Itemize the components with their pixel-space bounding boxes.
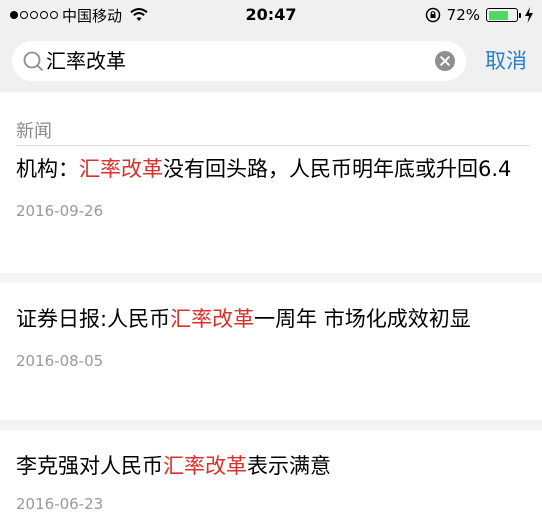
news-item[interactable]: 证券日报:人民币汇率改革一周年 市场化成效初显 2016-08-05 <box>16 302 526 370</box>
status-bar: 中国移动 20:47 72% <box>0 0 542 30</box>
news-item[interactable]: 李克强对人民币汇率改革表示满意 2016-06-23 <box>16 449 526 513</box>
item-separator <box>0 273 542 283</box>
keyword-highlight: 汇率改革 <box>170 307 255 331</box>
keyword-highlight: 汇率改革 <box>79 157 163 181</box>
cancel-button[interactable]: 取消 <box>485 41 527 81</box>
charging-icon <box>525 7 533 23</box>
section-divider <box>16 145 530 146</box>
status-right: 72% <box>425 5 534 25</box>
search-query: 汇率改革 <box>46 49 126 73</box>
news-date: 2016-08-05 <box>16 352 104 370</box>
search-bar: 汇率改革 <box>0 30 542 92</box>
battery-fill <box>488 10 508 20</box>
news-title: 证券日报:人民币汇率改革一周年 市场化成效初显 <box>16 307 471 331</box>
news-date: 2016-09-26 <box>16 202 104 220</box>
battery-icon <box>486 8 521 22</box>
news-title: 机构：汇率改革没有回头路，人民币明年底或升回6.4 <box>16 157 512 181</box>
news-title: 李克强对人民币汇率改革表示满意 <box>16 454 331 478</box>
clear-search-icon[interactable] <box>434 50 456 72</box>
news-item[interactable]: 机构：汇率改革没有回头路，人民币明年底或升回6.4 2016-09-26 <box>16 152 526 220</box>
battery-percent: 72% <box>446 6 480 24</box>
section-title-news: 新闻 <box>16 121 52 142</box>
search-icon <box>23 51 43 71</box>
item-separator <box>0 420 542 430</box>
news-date: 2016-06-23 <box>16 495 104 513</box>
keyword-highlight: 汇率改革 <box>163 454 247 478</box>
search-input[interactable]: 汇率改革 <box>12 41 466 81</box>
rotation-lock-icon <box>425 7 440 23</box>
